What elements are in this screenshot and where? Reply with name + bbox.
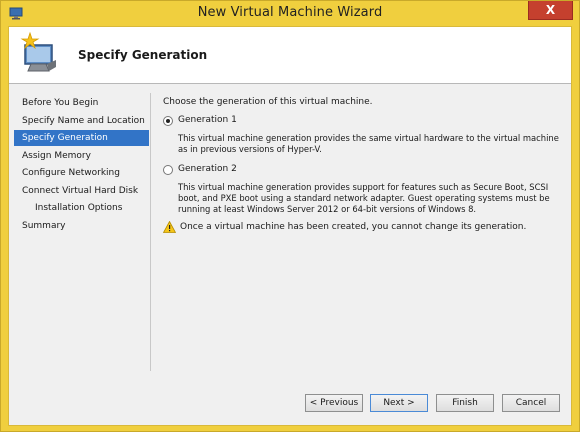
intro-text: Choose the generation of this virtual ma… <box>163 97 373 107</box>
warning-message: Once a virtual machine has been created,… <box>163 221 563 235</box>
wizard-header: Specify Generation <box>9 27 571 84</box>
warning-text: Once a virtual machine has been created,… <box>180 222 527 232</box>
wizard-client-area: Specify Generation Before You Begin Spec… <box>8 26 572 426</box>
monitor-star-icon <box>20 31 56 72</box>
cancel-button[interactable]: Cancel <box>502 394 560 412</box>
previous-button[interactable]: < Previous <box>305 394 363 412</box>
generation-1-option[interactable]: Generation 1 <box>163 115 363 129</box>
next-button[interactable]: Next > <box>370 394 428 412</box>
nav-item-connect-virtual-hard-disk[interactable]: Connect Virtual Hard Disk <box>14 183 149 199</box>
nav-item-installation-options[interactable]: Installation Options <box>14 200 149 216</box>
close-icon: X <box>545 3 556 17</box>
close-button[interactable]: X <box>528 1 573 20</box>
nav-item-summary[interactable]: Summary <box>14 218 149 234</box>
nav-item-configure-networking[interactable]: Configure Networking <box>14 165 149 181</box>
generation-2-label[interactable]: Generation 2 <box>178 164 237 174</box>
nav-item-specify-generation[interactable]: Specify Generation <box>14 130 149 146</box>
wizard-window: New Virtual Machine Wizard X Specify Gen… <box>0 0 580 432</box>
generation-1-radio[interactable] <box>163 116 173 126</box>
warning-icon <box>163 221 176 233</box>
wizard-body: Before You Begin Specify Name and Locati… <box>9 84 571 425</box>
step-navigation: Before You Begin Specify Name and Locati… <box>9 84 149 369</box>
nav-item-specify-name-location[interactable]: Specify Name and Location <box>14 113 149 129</box>
finish-button[interactable]: Finish <box>436 394 494 412</box>
title-bar[interactable]: New Virtual Machine Wizard X <box>1 1 579 25</box>
page-title: Specify Generation <box>78 48 208 62</box>
nav-divider <box>150 93 151 371</box>
nav-item-before-you-begin[interactable]: Before You Begin <box>14 95 149 111</box>
generation-1-description: This virtual machine generation provides… <box>178 133 559 154</box>
nav-item-assign-memory[interactable]: Assign Memory <box>14 148 149 164</box>
generation-2-description: This virtual machine generation provides… <box>178 182 550 214</box>
generation-2-radio[interactable] <box>163 165 173 175</box>
generation-1-label[interactable]: Generation 1 <box>178 115 237 125</box>
generation-2-option[interactable]: Generation 2 <box>163 164 363 178</box>
window-title: New Virtual Machine Wizard <box>197 5 383 20</box>
